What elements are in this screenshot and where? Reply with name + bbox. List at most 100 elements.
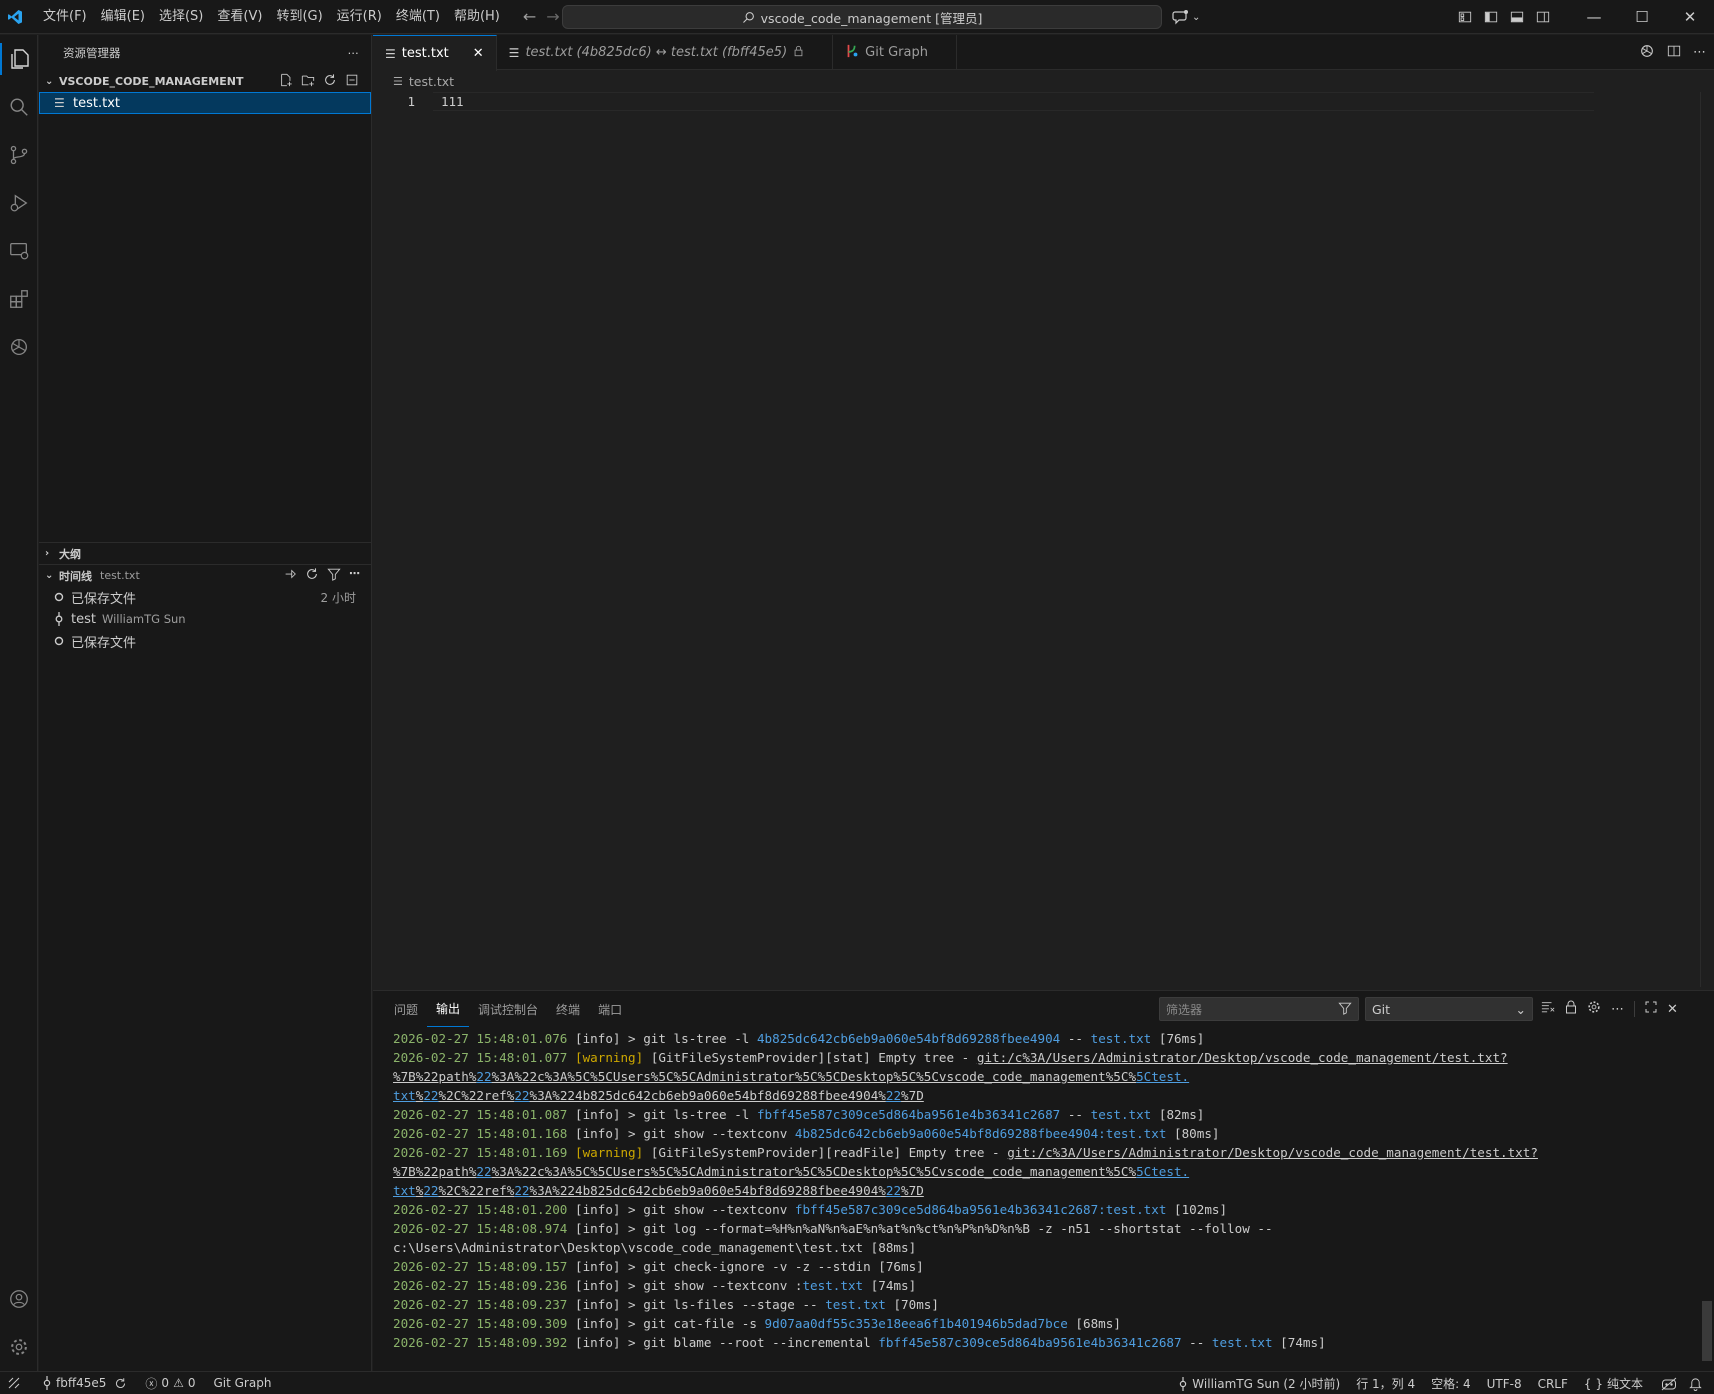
- tab-ports[interactable]: 端口: [589, 991, 631, 1027]
- git-blame-indicator[interactable]: WilliamTG Sun (2 小时前): [1172, 1375, 1346, 1392]
- remote-explorer-icon[interactable]: [0, 227, 38, 275]
- log-segment[interactable]: 22: [476, 1164, 491, 1179]
- log-segment[interactable]: 22: [423, 1183, 438, 1198]
- log-segment[interactable]: %3A%22c%3A%5C%5CUsers%5C%5CAdministrator…: [492, 1164, 1136, 1179]
- encoding[interactable]: UTF-8: [1481, 1377, 1528, 1391]
- copilot-menu[interactable]: ⌄: [1172, 0, 1200, 34]
- log-segment[interactable]: %3A%224b825dc642cb6eb9a060e54bf8d69288fb…: [530, 1183, 886, 1198]
- log-segment[interactable]: %2C%22ref%: [439, 1183, 515, 1198]
- customize-layout-icon[interactable]: [1452, 0, 1478, 34]
- new-folder-icon[interactable]: [301, 73, 315, 90]
- settings-gear-icon[interactable]: [0, 1323, 38, 1371]
- folder-section-header[interactable]: ⌄ VSCODE_CODE_MANAGEMENT: [39, 70, 371, 92]
- new-file-icon[interactable]: [279, 73, 293, 90]
- split-editor-icon[interactable]: [1667, 44, 1681, 62]
- notifications-bell-icon[interactable]: [1683, 1377, 1708, 1391]
- command-center-search[interactable]: vscode_code_management [管理员]: [562, 5, 1162, 29]
- timeline-section-header[interactable]: ⌄ 时间线 test.txt ⋯: [39, 564, 372, 586]
- log-segment[interactable]: git:/c%3A/Users/Administrator/Desktop/vs…: [977, 1050, 1508, 1065]
- tab-git-graph[interactable]: Git Graph: [833, 35, 957, 70]
- tab-debug-console[interactable]: 调试控制台: [469, 991, 547, 1027]
- file-item-test-txt[interactable]: ☰ test.txt: [39, 92, 371, 114]
- toggle-panel-icon[interactable]: [1504, 0, 1530, 34]
- back-arrow-icon[interactable]: ←: [523, 7, 536, 26]
- indentation[interactable]: 空格: 4: [1425, 1375, 1477, 1392]
- more-actions-icon[interactable]: ⋯: [1611, 1002, 1624, 1017]
- output-log[interactable]: 2026-02-27 15:48:01.076 [info] > git ls-…: [373, 1027, 1714, 1352]
- log-segment[interactable]: 22: [886, 1183, 901, 1198]
- refresh-icon[interactable]: [323, 73, 337, 90]
- menu-edit[interactable]: 编辑(E): [94, 0, 152, 34]
- tab-problems[interactable]: 问题: [385, 991, 427, 1027]
- log-segment[interactable]: %7D: [901, 1183, 924, 1198]
- log-segment[interactable]: %3A%224b825dc642cb6eb9a060e54bf8d69288fb…: [530, 1088, 886, 1103]
- close-panel-icon[interactable]: ✕: [1667, 1002, 1678, 1017]
- source-control-icon[interactable]: [0, 131, 38, 179]
- menu-help[interactable]: 帮助(H): [447, 0, 507, 34]
- log-segment[interactable]: %7D: [901, 1088, 924, 1103]
- menu-view[interactable]: 查看(V): [210, 0, 269, 34]
- maximize-panel-icon[interactable]: [1645, 1001, 1657, 1017]
- branch-indicator[interactable]: fbff45e5: [36, 1376, 133, 1390]
- timeline-item[interactable]: 已保存文件: [39, 630, 372, 652]
- tab-output[interactable]: 输出: [427, 991, 470, 1027]
- problems-indicator[interactable]: ⓧ 0 ⚠ 0: [139, 1375, 201, 1392]
- timeline-item[interactable]: 已保存文件 2 小时: [39, 586, 372, 608]
- settings-gear-icon[interactable]: [1587, 1000, 1601, 1018]
- outline-section-header[interactable]: › 大纲: [39, 542, 372, 564]
- log-segment[interactable]: %7B%22path%: [393, 1164, 476, 1179]
- toggle-primary-sidebar-icon[interactable]: [1478, 0, 1504, 34]
- run-debug-icon[interactable]: [0, 179, 38, 227]
- accounts-icon[interactable]: [0, 1275, 38, 1323]
- more-actions-icon[interactable]: ⋯: [349, 567, 360, 584]
- log-segment[interactable]: git:/c%3A/Users/Administrator/Desktop/vs…: [1007, 1145, 1538, 1160]
- log-segment[interactable]: txt: [393, 1183, 416, 1198]
- output-filter-input[interactable]: 筛选器: [1159, 997, 1359, 1021]
- maximize-button[interactable]: ☐: [1618, 0, 1666, 34]
- toggle-secondary-sidebar-icon[interactable]: [1530, 0, 1556, 34]
- menu-go[interactable]: 转到(G): [269, 0, 329, 34]
- panel-scrollbar[interactable]: [1702, 1301, 1712, 1361]
- menu-run[interactable]: 运行(R): [330, 0, 389, 34]
- timeline-item[interactable]: test WilliamTG Sun: [39, 608, 372, 630]
- filter-icon[interactable]: [327, 567, 341, 584]
- log-segment[interactable]: 5Ctest.: [1136, 1164, 1189, 1179]
- git-graph-button[interactable]: Git Graph: [207, 1376, 277, 1390]
- more-actions-icon[interactable]: ⋯: [348, 46, 360, 60]
- remote-indicator[interactable]: [0, 1377, 28, 1389]
- menu-terminal[interactable]: 终端(T): [389, 0, 447, 34]
- breadcrumb[interactable]: ☰ test.txt: [373, 70, 1714, 92]
- log-segment[interactable]: %7B%22path%: [393, 1069, 476, 1084]
- log-segment[interactable]: 22: [476, 1069, 491, 1084]
- search-icon[interactable]: [0, 83, 38, 131]
- close-window-button[interactable]: ✕: [1666, 0, 1714, 34]
- clear-output-icon[interactable]: [1541, 1000, 1555, 1018]
- more-actions-icon[interactable]: ⋯: [1693, 45, 1706, 60]
- refresh-icon[interactable]: [305, 567, 319, 584]
- log-segment[interactable]: %2C%22ref%: [439, 1088, 515, 1103]
- pin-icon[interactable]: [283, 567, 297, 584]
- cursor-position[interactable]: 行 1，列 4: [1350, 1375, 1421, 1392]
- output-channel-select[interactable]: Git ⌄: [1365, 997, 1533, 1021]
- copilot-status-icon[interactable]: [1655, 1377, 1683, 1391]
- log-segment[interactable]: 22: [514, 1183, 529, 1198]
- sync-icon[interactable]: [114, 1377, 127, 1390]
- log-segment[interactable]: 5Ctest.: [1136, 1069, 1189, 1084]
- lock-scroll-icon[interactable]: [1565, 1000, 1577, 1018]
- forward-arrow-icon[interactable]: →: [546, 7, 559, 26]
- menu-selection[interactable]: 选择(S): [152, 0, 210, 34]
- log-segment[interactable]: %3A%22c%3A%5C%5CUsers%5C%5CAdministrator…: [492, 1069, 1136, 1084]
- log-segment[interactable]: 22: [423, 1088, 438, 1103]
- vertical-scrollbar[interactable]: [1700, 92, 1714, 987]
- log-segment[interactable]: txt: [393, 1088, 416, 1103]
- log-segment[interactable]: 22: [514, 1088, 529, 1103]
- collapse-all-icon[interactable]: [345, 73, 359, 90]
- chatgpt-icon[interactable]: [0, 323, 38, 371]
- end-of-line[interactable]: CRLF: [1532, 1377, 1574, 1391]
- filter-icon[interactable]: [1338, 1001, 1352, 1018]
- language-mode[interactable]: { } 纯文本: [1578, 1375, 1649, 1392]
- close-tab-icon[interactable]: ✕: [473, 46, 484, 61]
- minimize-button[interactable]: —: [1570, 0, 1618, 34]
- extensions-icon[interactable]: [0, 275, 38, 323]
- tab-terminal[interactable]: 终端: [547, 991, 589, 1027]
